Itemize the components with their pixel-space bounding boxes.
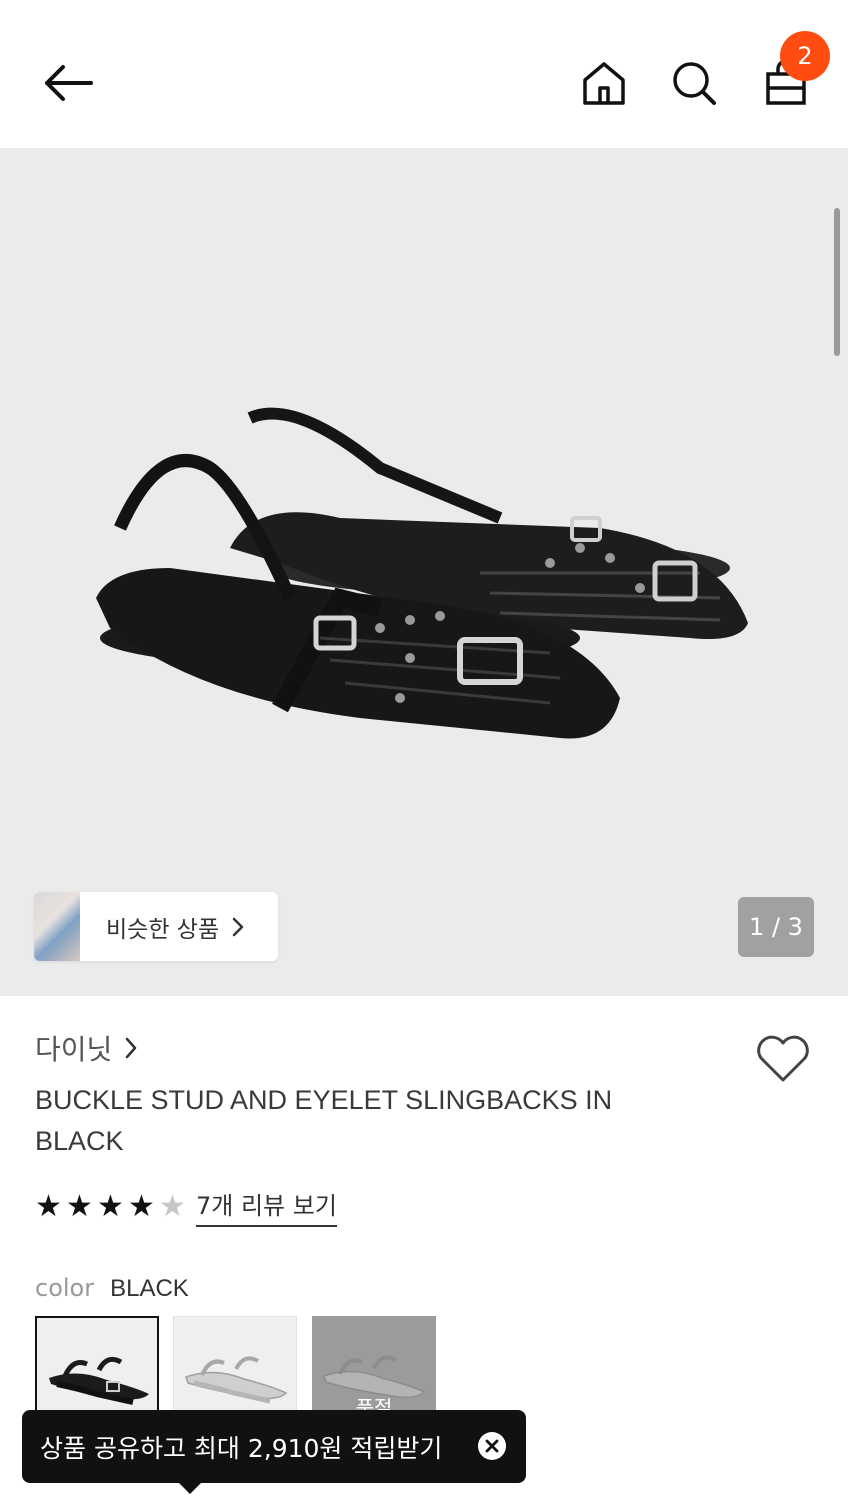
heart-icon bbox=[757, 1035, 809, 1082]
product-image-gallery[interactable]: 비슷한 상품 1 / 3 bbox=[0, 148, 848, 996]
rating-row: ★ ★ ★ ★ ★ 7개 리뷰 보기 bbox=[35, 1186, 337, 1227]
back-button[interactable] bbox=[30, 52, 106, 114]
star-filled-icon: ★ bbox=[35, 1188, 62, 1224]
toast-text: 상품 공유하고 최대 2,910원 적립받기 bbox=[40, 1433, 443, 1463]
home-icon bbox=[583, 62, 625, 105]
color-value: BLACK bbox=[110, 1275, 189, 1302]
chevron-right-icon bbox=[126, 1037, 137, 1059]
chevron-right-icon bbox=[232, 917, 244, 936]
rating-stars: ★ ★ ★ ★ ★ bbox=[35, 1188, 190, 1224]
search-button[interactable] bbox=[662, 52, 726, 114]
search-icon bbox=[673, 62, 716, 105]
similar-product-thumbnail bbox=[34, 892, 80, 961]
toast-pointer bbox=[178, 1482, 202, 1494]
top-header: 2 bbox=[0, 0, 848, 148]
wishlist-button[interactable] bbox=[754, 1034, 814, 1090]
product-image bbox=[96, 407, 748, 739]
similar-products-button[interactable]: 비슷한 상품 bbox=[34, 892, 278, 961]
cart-count-badge: 2 bbox=[780, 31, 830, 81]
star-filled-icon: ★ bbox=[97, 1188, 124, 1224]
share-reward-toast[interactable]: 상품 공유하고 최대 2,910원 적립받기 bbox=[22, 1410, 526, 1483]
star-empty-icon: ★ bbox=[159, 1188, 186, 1224]
color-row: color BLACK bbox=[35, 1274, 189, 1303]
toast-close-button[interactable] bbox=[478, 1432, 506, 1460]
similar-products-label: 비슷한 상품 bbox=[106, 916, 220, 943]
star-filled-icon: ★ bbox=[128, 1188, 155, 1224]
color-label: color bbox=[35, 1274, 95, 1302]
reviews-link[interactable]: 7개 리뷰 보기 bbox=[196, 1186, 337, 1227]
gallery-scrollbar[interactable] bbox=[834, 208, 840, 356]
image-counter: 1 / 3 bbox=[738, 897, 814, 957]
star-filled-icon: ★ bbox=[66, 1188, 93, 1224]
home-button[interactable] bbox=[572, 52, 636, 114]
arrow-left-icon bbox=[45, 65, 93, 101]
brand-link[interactable]: 다이닛 bbox=[35, 1028, 138, 1068]
brand-name: 다이닛 bbox=[35, 1033, 113, 1066]
close-icon bbox=[485, 1439, 499, 1453]
product-title: BUCKLE STUD AND EYELET SLINGBACKS IN BLA… bbox=[35, 1085, 613, 1156]
